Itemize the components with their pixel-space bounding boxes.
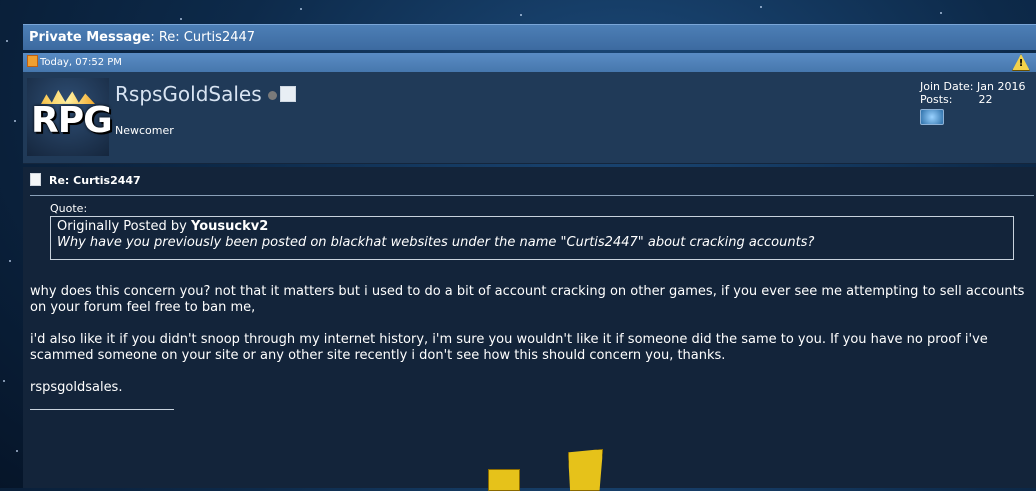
page-title-bar: Private Message: Re: Curtis2447: [23, 24, 1036, 50]
gold-bar-icon: [568, 449, 603, 491]
page-title: Private Message: [29, 30, 151, 45]
user-info-bar: RPG RspsGoldSales Newcomer Join Date: Ja…: [23, 72, 1036, 164]
username-link[interactable]: RspsGoldSales: [115, 82, 262, 106]
message-paragraph: i'd also like it if you didn't snoop thr…: [30, 332, 988, 363]
divider: [30, 195, 1034, 196]
message-signoff: rspsgoldsales.: [30, 380, 123, 395]
message-paragraph: why does this concern you? not that it m…: [30, 284, 1025, 315]
quote-text: Why have you previously been posted on b…: [57, 235, 815, 250]
signature-image: [483, 447, 603, 491]
user-stats: Join Date: Jan 2016 Posts: 22: [920, 80, 1025, 125]
message-subject: Re: Curtis2447: [49, 174, 141, 187]
document-icon: [30, 173, 41, 186]
avatar-logo-text: RPG: [31, 100, 113, 141]
post-date: Today, 07:52 PM: [40, 57, 122, 68]
private-message-panel: Private Message: Re: Curtis2447 Today, 0…: [23, 24, 1036, 491]
quote-label: Quote:: [50, 202, 88, 215]
broken-image-icon: [279, 86, 296, 102]
page-title-subject: : Re: Curtis2447: [150, 30, 256, 45]
join-date-label: Join Date:: [920, 80, 974, 93]
posts-value: 22: [978, 93, 993, 106]
posts-label: Posts:: [920, 93, 953, 106]
user-title: Newcomer: [115, 124, 174, 137]
signature-divider: [30, 409, 174, 410]
avatar[interactable]: RPG: [27, 78, 113, 156]
username-row: RspsGoldSales: [115, 82, 296, 106]
quote-box: Originally Posted by Yousuckv2 Why have …: [50, 216, 1014, 260]
message-body: Re: Curtis2447 Quote: Originally Posted …: [23, 167, 1036, 491]
skype-icon[interactable]: [920, 109, 944, 125]
offline-status-icon: [267, 91, 277, 100]
report-post-icon[interactable]: !: [1012, 54, 1030, 71]
join-date-value: Jan 2016: [977, 80, 1026, 93]
quote-intro: Originally Posted by: [57, 219, 191, 234]
message-text: why does this concern you? not that it m…: [30, 284, 1030, 412]
post-date-bar: Today, 07:52 PM !: [23, 53, 1036, 72]
post-old-icon: [27, 55, 38, 67]
message-subject-row: Re: Curtis2447: [30, 173, 141, 187]
quote-author: Yousuckv2: [190, 219, 269, 234]
